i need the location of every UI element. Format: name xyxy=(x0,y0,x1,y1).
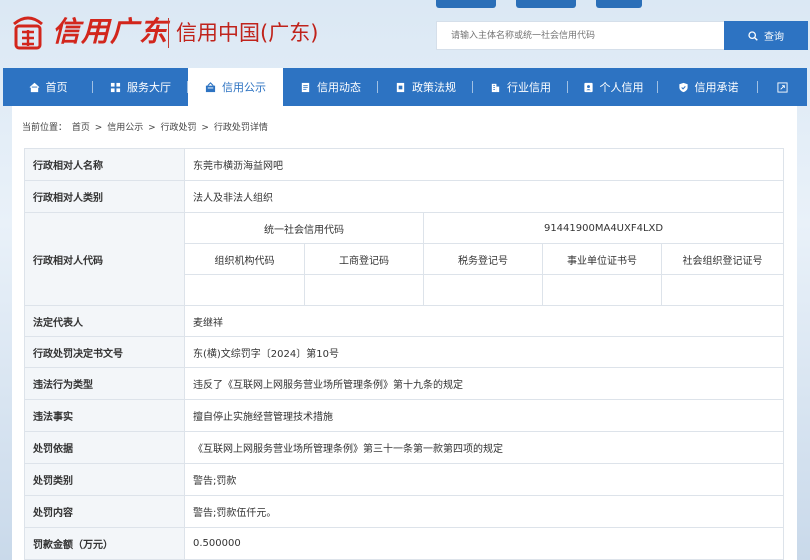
announce-icon xyxy=(205,81,216,93)
violation-type-label: 违法行为类型 xyxy=(24,367,185,400)
penalty-content-label: 处罚内容 xyxy=(24,495,185,528)
nav-item-policy[interactable]: 政策法规 xyxy=(378,68,473,106)
nav-item-label: 首页 xyxy=(45,81,68,94)
breadcrumb-link-home[interactable]: 首页 xyxy=(72,123,90,133)
site-header: 信用广东 信用中国(广东) 查询 xyxy=(0,0,810,68)
name-label: 行政相对人名称 xyxy=(24,148,185,181)
table-row: 违法行为类型 违反了《互联网上网服务营业场所管理条例》第十九条的规定 xyxy=(24,367,785,400)
breadcrumb-separator: > xyxy=(148,123,156,133)
legal-rep-label: 法定代表人 xyxy=(24,305,185,337)
business-reg-value xyxy=(304,274,424,306)
search-button[interactable]: 查询 xyxy=(724,21,808,50)
penalty-basis-label: 处罚依据 xyxy=(24,431,185,464)
main-nav: 首页 服务大厅 信用公示 信用动态 政策法规 行业信用 个人信用 信用承诺 xyxy=(3,68,807,106)
table-row: 处罚依据 《互联网上网服务营业场所管理条例》第三十一条第一款第四项的规定 xyxy=(24,431,785,464)
penalty-basis-value: 《互联网上网服务营业场所管理条例》第三十一条第一款第四项的规定 xyxy=(183,431,785,464)
penalty-content-value: 警告;罚款伍仟元。 xyxy=(183,495,785,528)
table-row: 行政相对人代码 统一社会信用代码 91441900MA4UXF4LXD xyxy=(24,212,785,306)
uscc-value: 91441900MA4UXF4LXD xyxy=(422,212,785,244)
site-title[interactable]: 信用中国(广东) xyxy=(176,18,318,48)
fine-amount-value: 0.500000 xyxy=(183,527,785,560)
content-panel: 当前位置： 首页 > 信用公示 > 行政处罚 > 行政处罚详情 行政相对人名称 … xyxy=(12,106,797,560)
type-label: 行政相对人类别 xyxy=(24,180,185,213)
breadcrumb-prefix: 当前位置： xyxy=(22,123,68,133)
tax-reg-header: 税务登记号 xyxy=(423,243,543,275)
nav-item-credit-commitment[interactable]: 信用承诺 xyxy=(658,68,758,106)
name-value: 东莞市横沥海益网吧 xyxy=(183,148,785,181)
logo-divider xyxy=(168,18,169,48)
illegal-facts-value: 擅自停止实施经营管理技术措施 xyxy=(183,399,785,432)
table-row: 法定代表人 麦继祥 xyxy=(24,305,785,337)
grid-icon xyxy=(110,82,121,93)
business-reg-header: 工商登记码 xyxy=(304,243,424,275)
id-card-icon xyxy=(583,82,594,93)
code-label: 行政相对人代码 xyxy=(24,212,185,306)
illegal-facts-label: 违法事实 xyxy=(24,399,185,432)
nav-item-label: 政策法规 xyxy=(412,81,456,94)
policy-icon xyxy=(395,82,406,93)
nav-item-label: 信用承诺 xyxy=(694,81,739,94)
table-row: 行政相对人类别 法人及非法人组织 xyxy=(24,180,785,213)
table-row: 行政处罚决定书文号 东(横)文综罚字〔2024〕第10号 xyxy=(24,336,785,368)
breadcrumb-current: 行政处罚详情 xyxy=(213,123,268,133)
search-box[interactable] xyxy=(436,21,726,50)
breadcrumb: 当前位置： 首页 > 信用公示 > 行政处罚 > 行政处罚详情 xyxy=(22,120,270,133)
breadcrumb-separator: > xyxy=(201,123,209,133)
table-row: 处罚类别 警告;罚款 xyxy=(24,463,785,496)
penalty-detail-table: 行政相对人名称 东莞市横沥海益网吧 行政相对人类别 法人及非法人组织 行政相对人… xyxy=(24,148,785,560)
nav-item-industry-credit[interactable]: 行业信用 xyxy=(473,68,568,106)
nav-item-label: 行业信用 xyxy=(507,81,551,94)
fine-amount-label: 罚款金额（万元） xyxy=(24,527,185,560)
type-value: 法人及非法人组织 xyxy=(183,180,785,213)
penalty-category-value: 警告;罚款 xyxy=(183,463,785,496)
logo-script-text: 信用广东 xyxy=(52,15,169,48)
legal-rep-value: 麦继祥 xyxy=(183,305,785,337)
breadcrumb-link-credit-publicity[interactable]: 信用公示 xyxy=(107,123,143,133)
logo-emblem-icon xyxy=(13,16,43,50)
table-row: 罚款金额（万元） 0.500000 xyxy=(24,527,785,560)
table-row: 行政相对人名称 东莞市横沥海益网吧 xyxy=(24,148,785,181)
nav-item-home[interactable]: 首页 xyxy=(3,68,93,106)
nav-item-label: 服务大厅 xyxy=(127,81,171,94)
social-org-value xyxy=(660,274,785,306)
shield-icon xyxy=(678,82,689,93)
org-code-value xyxy=(184,274,305,306)
table-row: 处罚内容 警告;罚款伍仟元。 xyxy=(24,495,785,528)
news-icon xyxy=(300,82,311,93)
violation-type-value: 违反了《互联网上网服务营业场所管理条例》第十九条的规定 xyxy=(183,367,785,400)
penalty-category-label: 处罚类别 xyxy=(24,463,185,496)
nav-item-credit-news[interactable]: 信用动态 xyxy=(283,68,378,106)
search-button-label: 查询 xyxy=(764,32,784,43)
home-icon xyxy=(29,82,40,93)
breadcrumb-separator: > xyxy=(94,123,103,133)
decision-doc-value: 东(横)文综罚字〔2024〕第10号 xyxy=(183,336,785,368)
nav-item-personal-credit[interactable]: 个人信用 xyxy=(568,68,658,106)
social-org-header: 社会组织登记证号 xyxy=(660,243,785,275)
nav-expand-button[interactable] xyxy=(758,68,807,106)
search-icon xyxy=(748,30,758,41)
tax-reg-value xyxy=(423,274,543,306)
nav-item-credit-publicity[interactable]: 信用公示 xyxy=(188,68,283,106)
nav-item-label: 个人信用 xyxy=(599,81,644,94)
top-tab-decor xyxy=(436,0,496,8)
institution-cert-value xyxy=(542,274,662,306)
table-row: 违法事实 擅自停止实施经营管理技术措施 xyxy=(24,399,785,432)
building-icon xyxy=(490,82,501,93)
expand-icon xyxy=(777,81,788,93)
nav-item-label: 信用公示 xyxy=(222,81,266,94)
decision-doc-label: 行政处罚决定书文号 xyxy=(24,336,185,368)
institution-cert-header: 事业单位证书号 xyxy=(542,243,662,275)
nav-item-label: 信用动态 xyxy=(317,81,361,94)
nav-item-service-hall[interactable]: 服务大厅 xyxy=(93,68,188,106)
breadcrumb-link-penalty[interactable]: 行政处罚 xyxy=(161,123,197,133)
search-input[interactable] xyxy=(437,22,726,49)
top-tab-decor xyxy=(516,0,576,8)
org-code-header: 组织机构代码 xyxy=(184,243,305,275)
top-tab-decor xyxy=(596,0,642,8)
uscc-label: 统一社会信用代码 xyxy=(184,212,424,244)
